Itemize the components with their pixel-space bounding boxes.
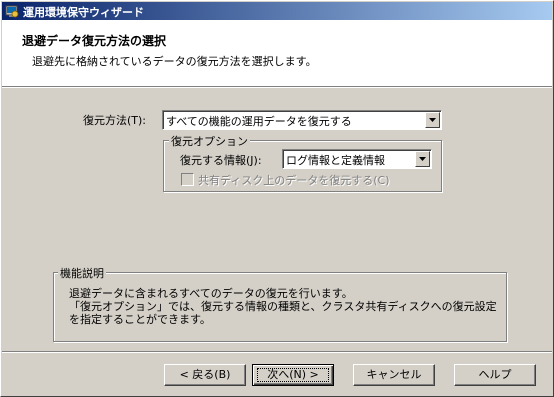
description-line: 退避データに含まれるすべてのデータの復元を行います。 (69, 287, 353, 300)
wizard-app-icon (5, 4, 19, 18)
next-button-label: 次へ(N) > (267, 368, 319, 381)
shared-disk-label: 共有ディスク上のデータを復元する(C) (198, 174, 390, 187)
description-text: 退避データに含まれるすべてのデータの復元を行います。 「復元オプション」では、復… (69, 287, 497, 326)
header-divider (2, 87, 552, 88)
window-title: 運用環境保守ウィザード (23, 6, 144, 19)
restore-method-select[interactable]: すべての機能の運用データを復元する (162, 110, 442, 130)
shared-disk-checkbox[interactable] (181, 173, 194, 186)
wizard-window: 運用環境保守ウィザード 退避データ復元方法の選択 退避先に格納されているデータの… (0, 0, 554, 397)
restore-info-label: 復元する情報(J): (180, 154, 262, 167)
wizard-header: 退避データ復元方法の選択 退避先に格納されているデータの復元方法を選択します。 (2, 20, 552, 87)
description-line: を指定することができます。 (69, 313, 211, 326)
cancel-button[interactable]: キャンセル (353, 364, 435, 386)
restore-method-label: 復元方法(T): (83, 114, 147, 127)
description-title: 機能説明 (58, 265, 106, 281)
restore-info-value: ログ情報と定義情報 (286, 154, 385, 167)
page-subtitle: 退避先に格納されているデータの復元方法を選択します。 (32, 55, 317, 68)
back-button-label: < 戻る(B) (179, 368, 231, 381)
restore-method-value: すべての機能の運用データを復元する (166, 115, 352, 128)
chevron-down-icon[interactable] (425, 112, 440, 128)
title-bar: 運用環境保守ウィザード (2, 2, 552, 20)
next-button[interactable]: 次へ(N) > (252, 364, 334, 386)
description-line: 「復元オプション」では、復元する情報の種類と、クラスタ共有ディスクへの復元設定 (69, 300, 497, 313)
restore-options-title: 復元オプション (169, 133, 250, 149)
back-button[interactable]: < 戻る(B) (164, 364, 246, 386)
footer-divider-highlight (2, 352, 552, 353)
page-title: 退避データ復元方法の選択 (22, 34, 167, 48)
help-button-label: ヘルプ (478, 368, 512, 381)
cancel-button-label: キャンセル (366, 368, 422, 381)
help-button[interactable]: ヘルプ (454, 364, 536, 386)
restore-info-select[interactable]: ログ情報と定義情報 (282, 149, 432, 169)
chevron-down-icon[interactable] (415, 151, 430, 167)
